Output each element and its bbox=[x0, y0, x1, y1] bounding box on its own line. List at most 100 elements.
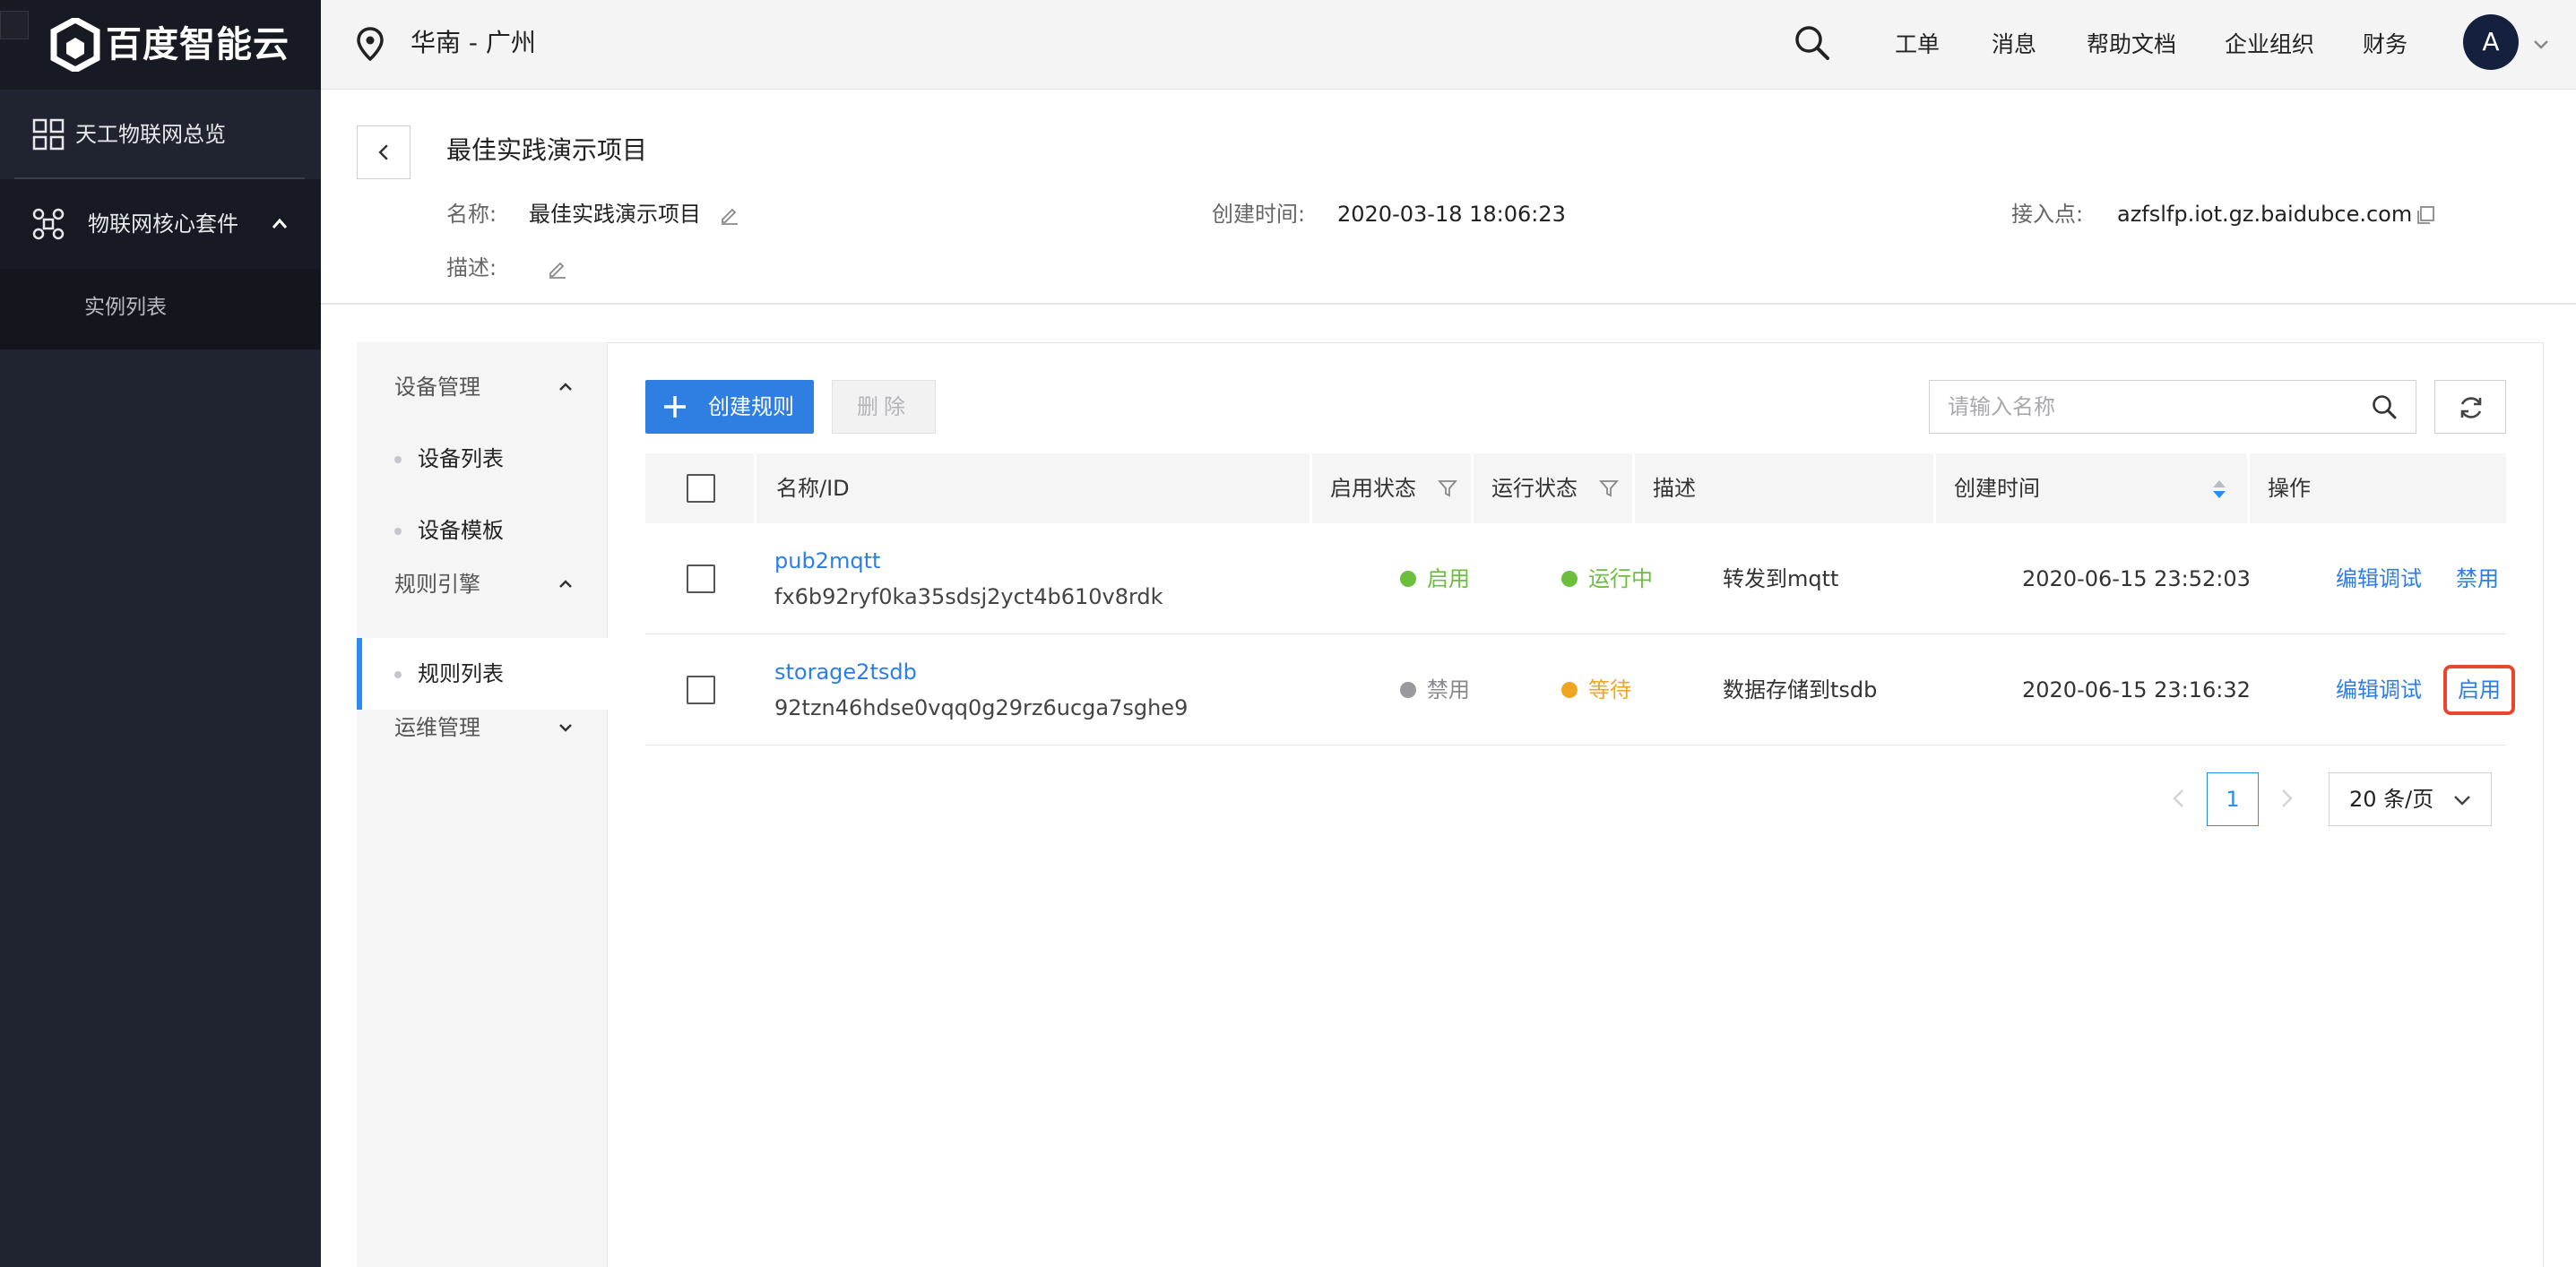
chevron-up-icon[interactable] bbox=[556, 574, 575, 594]
avatar[interactable]: A bbox=[2463, 14, 2519, 70]
endpoint-value: azfslfp.iot.gz.baidubce.com bbox=[2117, 202, 2413, 227]
rule-id: 92tzn46hdse0vqq0g29rz6ucga7sghe9 bbox=[774, 695, 1189, 720]
edit-pencil-icon[interactable] bbox=[719, 204, 740, 226]
plus-icon bbox=[664, 396, 686, 418]
sidebar-item-label: 物联网核心套件 bbox=[88, 211, 238, 237]
nav-help-docs[interactable]: 帮助文档 bbox=[2087, 0, 2176, 90]
bullet-dot bbox=[394, 456, 402, 463]
chevron-down-icon bbox=[2454, 796, 2470, 806]
page-size-select[interactable]: 20 条/页 bbox=[2329, 772, 2492, 826]
run-status: 运行中 bbox=[1588, 566, 1653, 591]
column-header-label: 创建时间 bbox=[1954, 476, 2040, 501]
enable-status: 启用 bbox=[1427, 566, 1470, 591]
sidebar-item-overview[interactable]: 天工物联网总览 bbox=[0, 90, 321, 179]
edit-pencil-icon[interactable] bbox=[547, 258, 568, 280]
create-rule-label: 创建规则 bbox=[708, 394, 794, 419]
active-indicator bbox=[357, 638, 362, 710]
enable-status: 禁用 bbox=[1427, 677, 1470, 702]
column-header-enable-status: 启用状态 bbox=[1312, 453, 1474, 523]
name-value: 最佳实践演示项目 bbox=[529, 202, 701, 227]
column-header-description: 描述 bbox=[1635, 453, 1936, 523]
status-dot-orange bbox=[1561, 682, 1578, 698]
copy-icon[interactable] bbox=[2415, 204, 2436, 226]
divider bbox=[321, 303, 2576, 305]
nav-group-device-management[interactable]: 设备管理 bbox=[394, 369, 480, 405]
rule-name-link[interactable]: storage2tsdb bbox=[774, 656, 917, 688]
status-dot-gray bbox=[1400, 682, 1416, 698]
nav-group-ops-management[interactable]: 运维管理 bbox=[394, 710, 480, 746]
page-number-current[interactable]: 1 bbox=[2207, 772, 2259, 826]
baidu-cloud-logo-icon bbox=[50, 18, 100, 72]
back-button[interactable] bbox=[357, 125, 411, 179]
chevron-down-icon[interactable] bbox=[556, 718, 575, 737]
edit-debug-link[interactable]: 编辑调试 bbox=[2336, 674, 2422, 706]
column-header-label: 启用状态 bbox=[1330, 476, 1416, 501]
created-time-label: 创建时间: bbox=[1212, 202, 1306, 227]
column-header-label: 运行状态 bbox=[1491, 476, 1578, 501]
rule-id: fx6b92ryf0ka35sdsj2yct4b610v8rdk bbox=[774, 584, 1163, 609]
column-header-label: 名称/ID bbox=[776, 476, 850, 501]
sidebar-item-instance-list[interactable]: 实例列表 bbox=[0, 269, 321, 349]
chevron-up-icon bbox=[272, 218, 288, 228]
delete-button[interactable]: 删除 bbox=[832, 380, 936, 434]
nav-item-label: 设备模板 bbox=[418, 518, 504, 543]
refresh-button[interactable] bbox=[2434, 380, 2506, 434]
sidebar-item-label: 天工物联网总览 bbox=[75, 122, 226, 147]
nav-item-rule-list[interactable]: 规则列表 bbox=[357, 638, 608, 710]
top-header: 华南 - 广州 工单 消息 帮助文档 企业组织 财务 A bbox=[321, 0, 2576, 90]
enable-link[interactable]: 启用 bbox=[2443, 665, 2515, 715]
search-input[interactable] bbox=[1930, 381, 2360, 433]
create-rule-button[interactable]: 创建规则 bbox=[645, 380, 814, 434]
nav-item-device-list[interactable]: 设备列表 bbox=[357, 423, 608, 495]
prev-page-icon[interactable] bbox=[2167, 787, 2191, 810]
refresh-icon bbox=[2460, 397, 2482, 418]
nav-messages[interactable]: 消息 bbox=[1992, 0, 2036, 90]
table-row: storage2tsdb 92tzn46hdse0vqq0g29rz6ucga7… bbox=[645, 634, 2515, 746]
created-time: 2020-06-15 23:16:32 bbox=[2022, 677, 2251, 702]
region-selector[interactable]: 华南 - 广州 bbox=[411, 0, 536, 86]
column-header-label: 操作 bbox=[2268, 476, 2311, 501]
chevron-up-icon[interactable] bbox=[556, 377, 575, 397]
location-pin-icon bbox=[357, 27, 384, 61]
nav-group-rule-engine[interactable]: 规则引擎 bbox=[394, 566, 480, 602]
nav-tickets[interactable]: 工单 bbox=[1895, 0, 1940, 90]
row-checkbox[interactable] bbox=[687, 676, 715, 704]
rule-description: 数据存储到tsdb bbox=[1723, 677, 1878, 702]
run-status: 等待 bbox=[1588, 677, 1631, 702]
nav-item-device-template[interactable]: 设备模板 bbox=[357, 495, 608, 566]
created-time: 2020-06-15 23:52:03 bbox=[2022, 566, 2251, 591]
created-time-value: 2020-03-18 18:06:23 bbox=[1337, 202, 1566, 227]
sidebar-item-iot-core[interactable]: 物联网核心套件 bbox=[0, 179, 321, 269]
filter-icon[interactable] bbox=[1599, 478, 1619, 498]
search-box[interactable] bbox=[1929, 380, 2416, 434]
column-header-created-time: 创建时间 bbox=[1936, 453, 2250, 523]
page-size-value: 20 条/页 bbox=[2349, 787, 2434, 812]
edit-debug-link[interactable]: 编辑调试 bbox=[2336, 563, 2422, 595]
disable-link[interactable]: 禁用 bbox=[2456, 563, 2499, 595]
nav-organization[interactable]: 企业组织 bbox=[2225, 0, 2314, 90]
filter-icon[interactable] bbox=[1438, 478, 1457, 498]
table-header: 名称/ID 启用状态 运行状态 描述 创建时间 操作 bbox=[645, 453, 2506, 523]
row-checkbox[interactable] bbox=[687, 565, 715, 593]
sort-icon[interactable] bbox=[2210, 478, 2228, 500]
nav-finance[interactable]: 财务 bbox=[2363, 0, 2407, 90]
header-select-cell bbox=[645, 453, 756, 523]
column-header-name: 名称/ID bbox=[756, 453, 1312, 523]
logo-bar: 百度智能云 bbox=[0, 0, 321, 90]
column-header-actions: 操作 bbox=[2250, 453, 2506, 523]
inner-nav: 设备管理 设备列表 设备模板 规则引擎 规则列表 运维管理 bbox=[357, 342, 608, 1267]
search-icon[interactable] bbox=[2371, 393, 2398, 420]
rule-name-link[interactable]: pub2mqtt bbox=[774, 545, 880, 577]
search-icon[interactable] bbox=[1793, 23, 1832, 63]
page-title: 最佳实践演示项目 bbox=[446, 135, 648, 165]
status-dot-green bbox=[1561, 571, 1578, 587]
rule-description: 转发到mqtt bbox=[1723, 566, 1839, 591]
column-header-run-status: 运行状态 bbox=[1474, 453, 1635, 523]
next-page-icon[interactable] bbox=[2275, 787, 2298, 810]
table-row: pub2mqtt fx6b92ryf0ka35sdsj2yct4b610v8rd… bbox=[645, 523, 2506, 634]
chevron-down-icon[interactable] bbox=[2531, 34, 2551, 54]
iot-hub-icon bbox=[32, 208, 65, 240]
name-label: 名称: bbox=[446, 202, 497, 227]
status-dot-green bbox=[1400, 571, 1416, 587]
select-all-checkbox[interactable] bbox=[687, 474, 715, 503]
